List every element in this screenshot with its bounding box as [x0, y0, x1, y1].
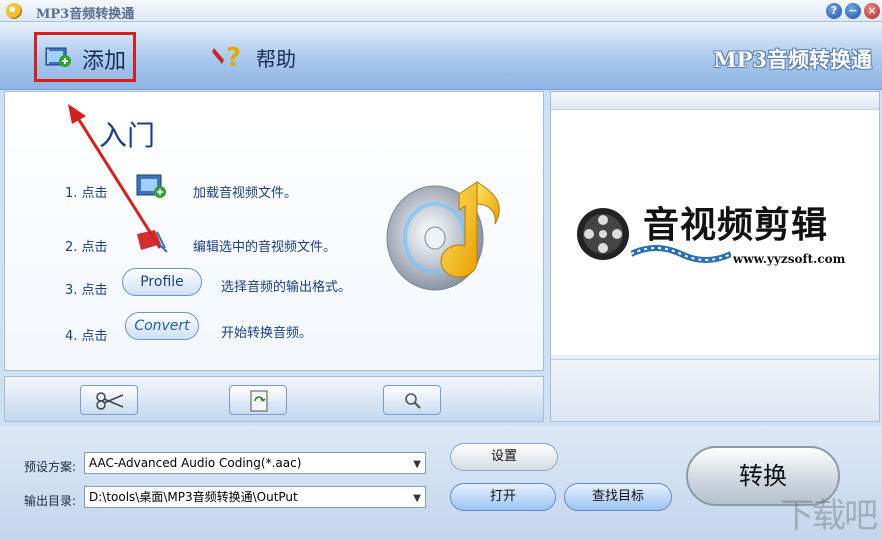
preview-header [551, 92, 879, 110]
preview-footer [551, 359, 879, 421]
app-icon [6, 3, 22, 19]
add-label: 添加 [82, 49, 127, 74]
step-4-number: 4. 点击 [65, 329, 108, 344]
film-reel-icon [577, 208, 629, 260]
intro-title: 入门 [99, 119, 156, 152]
minimize-button[interactable]: − [845, 3, 861, 19]
help-button[interactable]: ? 帮助 [212, 40, 312, 72]
window-title: MP3音频转换通 [36, 7, 135, 22]
preset-select[interactable]: AAC-Advanced Audio Coding(*.aac) ▼ [84, 452, 426, 474]
brand-title: MP3音频转换通 [713, 47, 872, 72]
output-label: 输出目录: [24, 494, 77, 508]
edit-file-icon [137, 230, 168, 253]
magnifier-icon [405, 393, 421, 409]
preview-title: 音视频剪辑 [643, 204, 829, 246]
output-value: D:\tools\桌面\MP3音频转换通\OutPut [89, 490, 298, 504]
search-tool-button[interactable] [383, 385, 441, 415]
profile-button[interactable]: Profile [122, 268, 202, 296]
preset-label: 预设方案: [24, 460, 77, 474]
step-2-number: 2. 点击 [65, 240, 108, 255]
getting-started-panel: 入门 1. 点击 加载音视频文件。 2. 点击 编辑选中的音视频文件。 3. 点… [4, 91, 544, 371]
add-button[interactable]: 添加 [34, 32, 136, 82]
watermark: 下载吧 [780, 496, 878, 536]
add-file-icon [45, 47, 71, 67]
cut-tool-button[interactable] [80, 385, 138, 415]
close-button[interactable]: × [864, 3, 880, 19]
preview-url: www.yyzsoft.com [733, 252, 846, 266]
preset-value: AAC-Advanced Audio Coding(*.aac) [89, 456, 302, 470]
preview-panel: 音视频剪辑 www.yyzsoft.com [550, 91, 880, 422]
tool-row [4, 376, 544, 422]
music-disc-icon [386, 181, 500, 291]
svg-text:?: ? [226, 43, 241, 70]
recycle-icon [250, 390, 268, 412]
step-1-number: 1. 点击 [65, 186, 108, 201]
step-3-description: 选择音频的输出格式。 [221, 280, 352, 295]
step-1-description: 加载音视频文件。 [193, 186, 298, 201]
step-3-number: 3. 点击 [65, 283, 108, 298]
scissors-icon [96, 392, 124, 410]
step-2-description: 编辑选中的音视频文件。 [193, 240, 337, 255]
output-dir-select[interactable]: D:\tools\桌面\MP3音频转换通\OutPut ▼ [84, 486, 426, 508]
help-icon: ? [212, 43, 241, 70]
toolbar: 添加 ? 帮助 MP3音频转换通 [0, 22, 882, 90]
help-label: 帮助 [256, 47, 296, 71]
chevron-down-icon: ▼ [413, 459, 421, 470]
find-target-button[interactable]: 查找目标 [564, 483, 672, 511]
convert-intro-button[interactable]: Convert [125, 312, 199, 340]
recycle-tool-button[interactable] [229, 385, 287, 415]
settings-button[interactable]: 设置 [450, 443, 558, 471]
load-file-icon [136, 174, 166, 198]
step-4-description: 开始转换音频。 [221, 326, 313, 341]
title-bar: MP3音频转换通 ? − × [0, 0, 882, 22]
help-window-button[interactable]: ? [826, 3, 842, 19]
chevron-down-icon: ▼ [413, 493, 421, 504]
open-button[interactable]: 打开 [450, 483, 556, 511]
